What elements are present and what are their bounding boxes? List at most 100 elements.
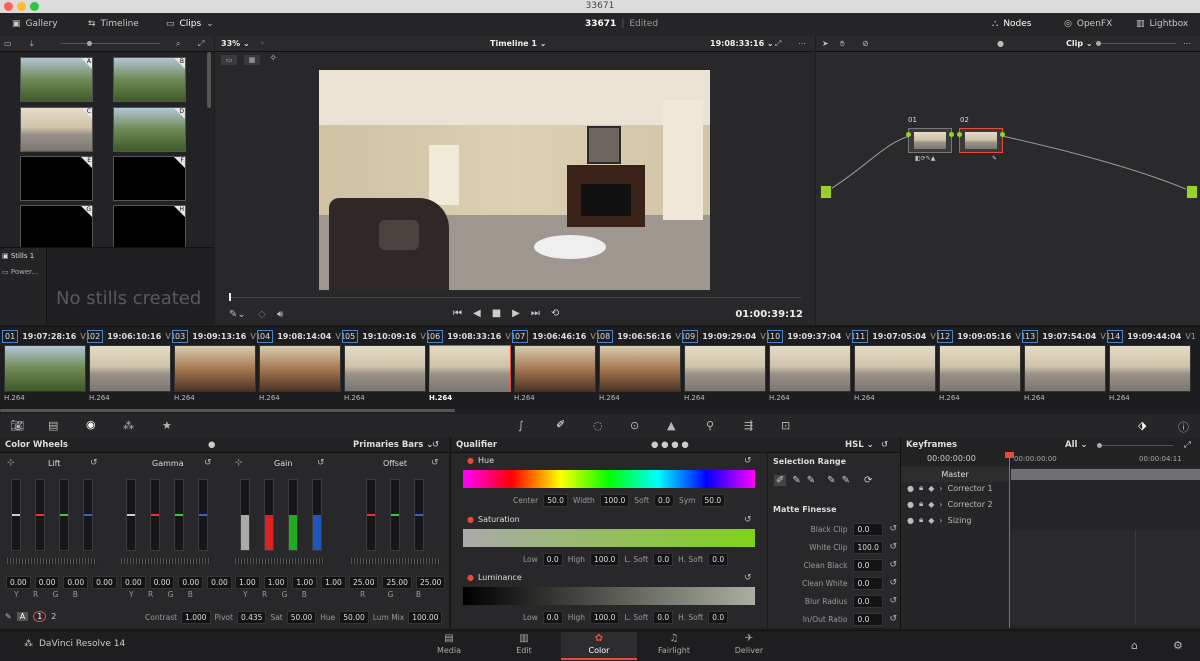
clean-white-value[interactable]: 0.0 bbox=[853, 576, 884, 590]
offset-g-value[interactable]: 25.00 bbox=[382, 576, 412, 589]
pointer-icon[interactable]: ➤ bbox=[822, 36, 829, 51]
gamma-b-bar[interactable] bbox=[198, 479, 208, 551]
zoom-level[interactable]: 33% ⌄ bbox=[221, 36, 250, 51]
clip-thumbnail[interactable]: 07 19:06:46:16 V1 H.264 bbox=[512, 330, 601, 408]
album-power[interactable]: ▭ Power... bbox=[0, 264, 46, 280]
lift-master-wheel[interactable] bbox=[7, 558, 97, 564]
hue-enable-icon[interactable]: ● bbox=[467, 456, 474, 465]
lift-r-bar[interactable] bbox=[35, 479, 45, 551]
gain-g-value[interactable]: 1.00 bbox=[292, 576, 318, 589]
lift-y-bar[interactable] bbox=[11, 479, 21, 551]
still-thumb-g[interactable]: G bbox=[20, 205, 93, 250]
gamma-g-bar[interactable] bbox=[174, 479, 184, 551]
gain-b-value[interactable]: 1.00 bbox=[321, 576, 346, 589]
wheels-reset-icon[interactable]: ↺ bbox=[432, 438, 439, 452]
clip-image[interactable] bbox=[599, 345, 681, 392]
clip-image[interactable] bbox=[344, 345, 426, 392]
clip-thumbnail[interactable]: 14 19:09:44:04 V1 H.264 bbox=[1107, 330, 1196, 408]
gallery-scrollbar[interactable] bbox=[207, 52, 211, 108]
gamma-b-value[interactable]: 0.00 bbox=[207, 576, 232, 589]
sizing-icon[interactable]: ⇶ bbox=[744, 419, 753, 432]
hue-reset-icon[interactable]: ↺ bbox=[744, 456, 752, 466]
import-icon[interactable]: ⤓ bbox=[30, 36, 34, 51]
clip-thumbnail[interactable]: 12 19:09:05:16 V1 H.264 bbox=[937, 330, 1026, 408]
expand-chevron-icon[interactable]: › bbox=[939, 484, 942, 493]
viewer-image[interactable] bbox=[319, 70, 710, 290]
lock-icon[interactable]: 🔒︎ bbox=[919, 515, 923, 525]
lum-hsoft-value[interactable]: 0.0 bbox=[708, 611, 729, 624]
qualifier-mode-select[interactable]: HSL ⌄ bbox=[845, 438, 874, 452]
clip-image[interactable] bbox=[1109, 345, 1191, 392]
lift-y-value[interactable]: 0.00 bbox=[6, 576, 31, 589]
viewer-scrub-bar[interactable] bbox=[229, 293, 801, 301]
split-screen-icon[interactable]: ▦ bbox=[244, 55, 260, 65]
nodes-toggle[interactable]: ⛬ Nodes bbox=[992, 13, 1032, 36]
gain-b-bar[interactable] bbox=[312, 479, 322, 551]
hue-value[interactable]: 50.00 bbox=[339, 611, 369, 624]
clip-image[interactable] bbox=[769, 345, 851, 392]
black-clip-value[interactable]: 0.0 bbox=[853, 522, 884, 536]
highlight-icon[interactable]: ✧ bbox=[269, 53, 277, 64]
gain-r-bar[interactable] bbox=[264, 479, 274, 551]
timeline-name[interactable]: Timeline 1 ⌄ bbox=[490, 36, 546, 51]
zoom-window-icon[interactable] bbox=[30, 2, 39, 11]
gain-master-wheel[interactable] bbox=[235, 558, 325, 564]
sat-lsoft-value[interactable]: 0.0 bbox=[653, 553, 674, 566]
clip-image[interactable] bbox=[939, 345, 1021, 392]
timeline-toggle[interactable]: ⇆ Timeline bbox=[88, 13, 139, 36]
gamma-r-bar[interactable] bbox=[150, 479, 160, 551]
keyframe-timeline-area[interactable] bbox=[1011, 530, 1200, 625]
black-clip-reset-icon[interactable]: ↺ bbox=[889, 524, 897, 534]
expand-chevron-icon[interactable]: › bbox=[939, 500, 942, 509]
sat-low-value[interactable]: 0.0 bbox=[542, 553, 563, 566]
clip-image[interactable] bbox=[429, 345, 511, 392]
viewer-more-icon[interactable]: ⋯ bbox=[798, 36, 806, 51]
play-icon[interactable]: ▶ bbox=[512, 308, 520, 319]
clip-thumbnail[interactable]: 10 19:09:37:04 V1 H.264 bbox=[767, 330, 856, 408]
info-icon[interactable]: ⓘ bbox=[1178, 419, 1189, 435]
clip-thumbnail[interactable]: 05 19:10:09:16 V1 H.264 bbox=[342, 330, 431, 408]
motion-effects-icon[interactable]: ★ bbox=[162, 419, 172, 432]
nav-edit[interactable]: ▥ Edit bbox=[486, 632, 562, 660]
wheels-page-2[interactable]: 2 bbox=[51, 612, 56, 621]
expand-chevron-icon[interactable]: › bbox=[939, 516, 942, 525]
center-value[interactable]: 50.0 bbox=[543, 494, 568, 507]
clip-image[interactable] bbox=[1024, 345, 1106, 392]
qualifier-reset-icon[interactable]: ↺ bbox=[881, 438, 888, 452]
lock-icon[interactable]: 🔒︎ bbox=[919, 499, 923, 509]
luminance-reset-icon[interactable]: ↺ bbox=[744, 573, 752, 583]
picker-minus-icon[interactable]: ✎ bbox=[792, 475, 800, 486]
source-timecode[interactable]: 19:08:33:16 ⌄ bbox=[710, 36, 774, 51]
clip-thumbnail[interactable]: 02 19:06:10:16 V1 H.264 bbox=[87, 330, 176, 408]
lift-b-value[interactable]: 0.00 bbox=[92, 576, 117, 589]
feather-plus-icon[interactable]: ✎ bbox=[842, 475, 850, 486]
clip-thumbnail[interactable]: 09 19:09:29:04 V1 H.264 bbox=[682, 330, 771, 408]
clip-thumbnail[interactable]: 03 19:09:13:16 V1 H.264 bbox=[172, 330, 261, 408]
inout-ratio-value[interactable]: 0.0 bbox=[853, 612, 884, 626]
lift-picker-icon[interactable]: ⊹ bbox=[7, 458, 15, 468]
clip-image[interactable] bbox=[4, 345, 86, 392]
saturation-reset-icon[interactable]: ↺ bbox=[744, 515, 752, 525]
offset-r-bar[interactable] bbox=[366, 479, 376, 551]
lift-g-bar[interactable] bbox=[59, 479, 69, 551]
scopes-icon[interactable]: ⬗ bbox=[1138, 419, 1146, 432]
color-wheels-icon[interactable]: ◉ bbox=[86, 418, 96, 431]
auto-balance-icon[interactable]: ✎ bbox=[5, 612, 12, 621]
nodes-more-icon[interactable]: ⋯ bbox=[1183, 36, 1191, 51]
still-thumb-b[interactable]: B bbox=[113, 57, 186, 102]
lum-low-value[interactable]: 0.0 bbox=[542, 611, 563, 624]
gamma-y-bar[interactable] bbox=[126, 479, 136, 551]
keyframes-playhead[interactable] bbox=[1005, 452, 1014, 628]
clip-image[interactable] bbox=[259, 345, 341, 392]
width-value[interactable]: 100.0 bbox=[599, 494, 630, 507]
sat-value[interactable]: 50.00 bbox=[286, 611, 317, 624]
keyframes-zoom-slider[interactable] bbox=[1097, 443, 1173, 448]
lift-g-value[interactable]: 0.00 bbox=[63, 576, 89, 589]
blur-icon[interactable]: ▲ bbox=[667, 419, 675, 432]
keyframe-track-corrector1[interactable]: ● 🔒︎ ◆ › Corrector 1 bbox=[907, 483, 993, 493]
gain-y-value[interactable]: 1.00 bbox=[235, 576, 260, 589]
gamma-r-value[interactable]: 0.00 bbox=[149, 576, 175, 589]
clip-thumbnail[interactable]: 01 19:07:28:16 V1 H.264 bbox=[2, 330, 91, 408]
search-icon[interactable]: ⌕ bbox=[176, 36, 180, 51]
lum-lsoft-value[interactable]: 0.0 bbox=[653, 611, 674, 624]
